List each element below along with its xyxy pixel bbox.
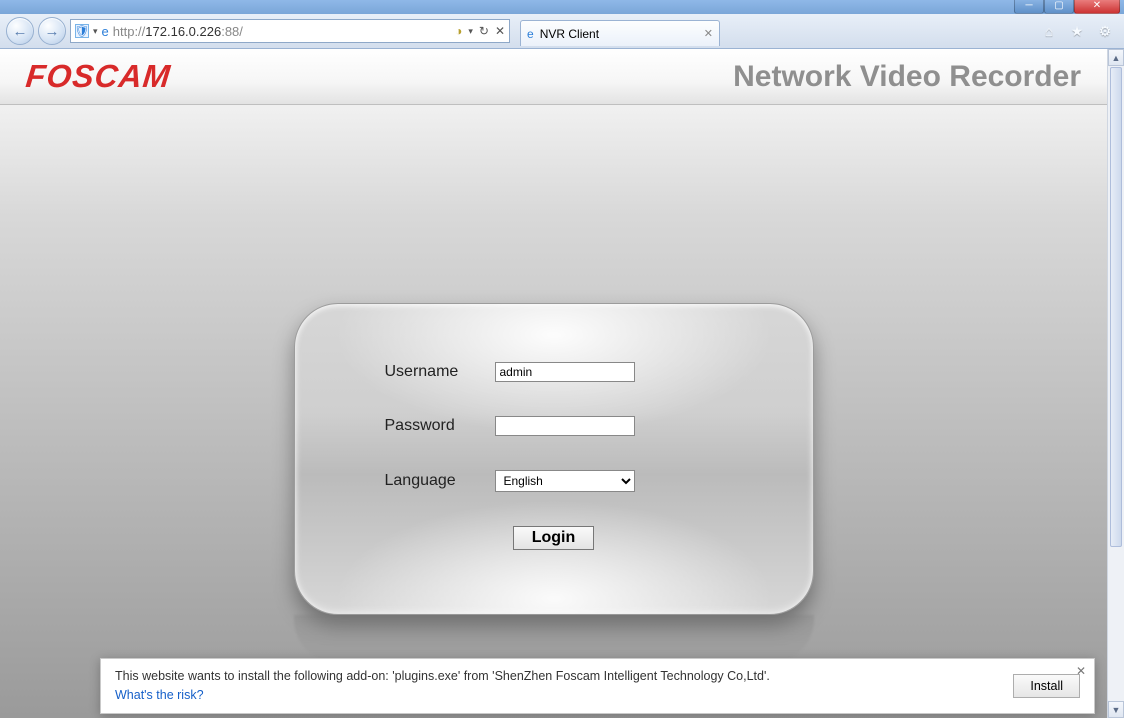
browser-toolbar: ← → 🛡 ▾ e http://172.16.0.226:88/ ◑ ▾ ↻ … [0, 14, 1124, 49]
arrow-right-icon: → [45, 23, 60, 40]
login-panel: Username Password Language English Login [294, 303, 814, 615]
close-icon[interactable]: ✕ [1076, 664, 1086, 678]
whats-the-risk-link[interactable]: What's the risk? [115, 688, 204, 702]
dropdown-icon[interactable]: ▾ [93, 26, 98, 37]
login-button[interactable]: Login [513, 526, 595, 550]
addon-install-bar: This website wants to install the follow… [100, 658, 1095, 714]
favorites-icon[interactable]: ★ [1068, 22, 1086, 40]
window-close-button[interactable]: ✕ [1074, 0, 1120, 14]
tab-strip: e NVR Client ✕ [514, 16, 1036, 46]
refresh-icon[interactable]: ↻ [479, 24, 489, 38]
window-minimize-button[interactable]: ─ [1014, 0, 1044, 14]
home-icon[interactable]: ⌂ [1040, 22, 1058, 40]
stop-icon[interactable]: ✕ [495, 24, 505, 38]
password-label: Password [355, 417, 495, 435]
window-maximize-button[interactable]: ▢ [1044, 0, 1074, 14]
notification-message: This website wants to install the follow… [115, 669, 770, 683]
back-button[interactable]: ← [6, 17, 34, 45]
scroll-down-icon[interactable]: ▼ [1108, 701, 1124, 718]
ie-page-icon: e [102, 24, 109, 39]
install-button[interactable]: Install [1013, 674, 1080, 698]
scrollbar-thumb[interactable] [1110, 67, 1122, 547]
scroll-up-icon[interactable]: ▲ [1108, 49, 1124, 66]
page-content: FOSCAM Network Video Recorder Username P… [0, 49, 1107, 718]
compat-view-icon[interactable]: ◑ [455, 24, 462, 38]
language-label: Language [355, 472, 495, 490]
ie-page-icon: e [527, 27, 534, 41]
username-label: Username [355, 363, 495, 381]
tab-nvr-client[interactable]: e NVR Client ✕ [520, 20, 720, 46]
addr-dropdown-icon[interactable]: ▾ [468, 26, 473, 37]
vertical-scrollbar[interactable]: ▲ ▼ [1107, 49, 1124, 718]
foscam-logo: FOSCAM [24, 58, 173, 95]
language-select[interactable]: English [495, 470, 635, 492]
address-bar[interactable]: 🛡 ▾ e http://172.16.0.226:88/ ◑ ▾ ↻ ✕ [70, 19, 510, 43]
arrow-left-icon: ← [13, 23, 28, 40]
tab-title: NVR Client [540, 27, 599, 41]
security-shield-icon: 🛡 [75, 24, 89, 38]
window-titlebar: ─ ▢ ✕ [0, 0, 1124, 14]
username-input[interactable] [495, 362, 635, 382]
page-title: Network Video Recorder [733, 60, 1081, 94]
tools-gear-icon[interactable]: ⚙ [1096, 22, 1114, 40]
page-header: FOSCAM Network Video Recorder [0, 49, 1107, 105]
tab-close-icon[interactable]: ✕ [704, 27, 713, 40]
panel-reflection [294, 615, 814, 663]
password-input[interactable] [495, 416, 635, 436]
forward-button[interactable]: → [38, 17, 66, 45]
url-text: http://172.16.0.226:88/ [113, 24, 451, 39]
